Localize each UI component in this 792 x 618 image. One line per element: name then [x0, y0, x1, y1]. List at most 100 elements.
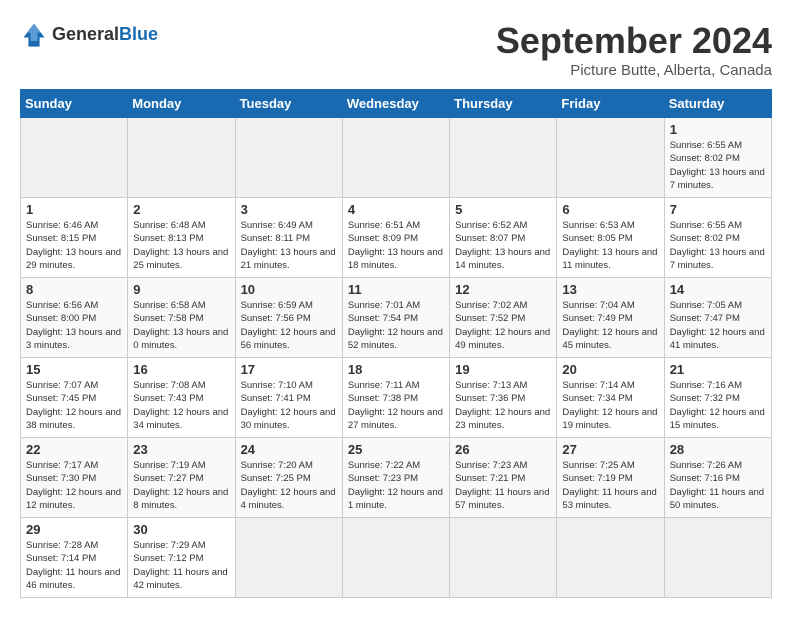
- calendar-cell: 8 Sunrise: 6:56 AM Sunset: 8:00 PM Daylig…: [21, 278, 128, 358]
- calendar-cell: [342, 518, 449, 598]
- calendar-cell: 4 Sunrise: 6:51 AM Sunset: 8:09 PM Daylig…: [342, 198, 449, 278]
- calendar-week-4: 15Sunrise: 7:07 AM Sunset: 7:45 PM Dayli…: [21, 358, 772, 438]
- calendar-title: September 2024: [496, 20, 772, 62]
- calendar-cell: 11 Sunrise: 7:01 AM Sunset: 7:54 PM Dayli…: [342, 278, 449, 358]
- day-info: Sunrise: 7:20 AM Sunset: 7:25 PM Dayligh…: [241, 459, 337, 512]
- day-number: 25: [348, 442, 444, 457]
- day-number: 30: [133, 522, 229, 537]
- header-row: SundayMondayTuesdayWednesdayThursdayFrid…: [21, 90, 772, 118]
- calendar-week-2: 1 Sunrise: 6:46 AM Sunset: 8:15 PM Daylig…: [21, 198, 772, 278]
- calendar-cell: 12 Sunrise: 7:02 AM Sunset: 7:52 PM Dayli…: [450, 278, 557, 358]
- day-info: Sunrise: 7:02 AM Sunset: 7:52 PM Dayligh…: [455, 299, 551, 352]
- day-header-sunday: Sunday: [21, 90, 128, 118]
- day-info: Sunrise: 7:14 AM Sunset: 7:34 PM Dayligh…: [562, 379, 658, 432]
- calendar-cell: 21 Sunrise: 7:16 AM Sunset: 7:32 PM Dayli…: [664, 358, 771, 438]
- day-info: Sunrise: 6:51 AM Sunset: 8:09 PM Dayligh…: [348, 219, 444, 272]
- day-info: Sunrise: 7:28 AM Sunset: 7:14 PM Dayligh…: [26, 539, 122, 592]
- calendar-cell: 26 Sunrise: 7:23 AM Sunset: 7:21 PM Dayli…: [450, 438, 557, 518]
- day-header-wednesday: Wednesday: [342, 90, 449, 118]
- day-number: 29: [26, 522, 122, 537]
- day-info: Sunrise: 6:59 AM Sunset: 7:56 PM Dayligh…: [241, 299, 337, 352]
- calendar-week-5: 22Sunrise: 7:17 AM Sunset: 7:30 PM Dayli…: [21, 438, 772, 518]
- calendar-cell: 30 Sunrise: 7:29 AM Sunset: 7:12 PM Dayli…: [128, 518, 235, 598]
- day-number: 20: [562, 362, 658, 377]
- calendar-cell: 16 Sunrise: 7:08 AM Sunset: 7:43 PM Dayli…: [128, 358, 235, 438]
- calendar-subtitle: Picture Butte, Alberta, Canada: [496, 62, 772, 79]
- day-number: 17: [241, 362, 337, 377]
- calendar-cell: 19 Sunrise: 7:13 AM Sunset: 7:36 PM Dayli…: [450, 358, 557, 438]
- day-number: 1: [26, 202, 122, 217]
- day-info: Sunrise: 6:56 AM Sunset: 8:00 PM Dayligh…: [26, 299, 122, 352]
- day-info: Sunrise: 6:46 AM Sunset: 8:15 PM Dayligh…: [26, 219, 122, 272]
- day-info: Sunrise: 7:08 AM Sunset: 7:43 PM Dayligh…: [133, 379, 229, 432]
- calendar-cell: 17 Sunrise: 7:10 AM Sunset: 7:41 PM Dayli…: [235, 358, 342, 438]
- calendar-cell: 23 Sunrise: 7:19 AM Sunset: 7:27 PM Dayli…: [128, 438, 235, 518]
- calendar-cell: 14Sunrise: 7:05 AM Sunset: 7:47 PM Dayli…: [664, 278, 771, 358]
- day-info: Sunrise: 7:07 AM Sunset: 7:45 PM Dayligh…: [26, 379, 122, 432]
- calendar-cell: 25Sunrise: 7:22 AM Sunset: 7:23 PM Dayli…: [342, 438, 449, 518]
- day-number: 24: [241, 442, 337, 457]
- calendar-cell: 10 Sunrise: 6:59 AM Sunset: 7:56 PM Dayli…: [235, 278, 342, 358]
- day-number: 19: [455, 362, 551, 377]
- day-number: 6: [562, 202, 658, 217]
- day-number: 13: [562, 282, 658, 297]
- logo-text: GeneralBlue: [52, 24, 158, 45]
- calendar-cell: 27Sunrise: 7:25 AM Sunset: 7:19 PM Dayli…: [557, 438, 664, 518]
- day-info: Sunrise: 7:29 AM Sunset: 7:12 PM Dayligh…: [133, 539, 229, 592]
- calendar-cell: 24 Sunrise: 7:20 AM Sunset: 7:25 PM Dayli…: [235, 438, 342, 518]
- logo-blue: Blue: [119, 24, 158, 44]
- calendar-cell: 20 Sunrise: 7:14 AM Sunset: 7:34 PM Dayli…: [557, 358, 664, 438]
- day-number: 5: [455, 202, 551, 217]
- day-number: 8: [26, 282, 122, 297]
- header: GeneralBlue September 2024 Picture Butte…: [20, 20, 772, 79]
- day-number: 23: [133, 442, 229, 457]
- day-info: Sunrise: 6:49 AM Sunset: 8:11 PM Dayligh…: [241, 219, 337, 272]
- title-area: September 2024 Picture Butte, Alberta, C…: [496, 20, 772, 79]
- day-info: Sunrise: 7:11 AM Sunset: 7:38 PM Dayligh…: [348, 379, 444, 432]
- day-number: 11: [348, 282, 444, 297]
- calendar-cell: [128, 118, 235, 198]
- day-info: Sunrise: 7:01 AM Sunset: 7:54 PM Dayligh…: [348, 299, 444, 352]
- day-number: 16: [133, 362, 229, 377]
- day-info: Sunrise: 7:10 AM Sunset: 7:41 PM Dayligh…: [241, 379, 337, 432]
- day-info: Sunrise: 7:26 AM Sunset: 7:16 PM Dayligh…: [670, 459, 766, 512]
- calendar-cell: 3 Sunrise: 6:49 AM Sunset: 8:11 PM Daylig…: [235, 198, 342, 278]
- calendar-week-1: 1 Sunrise: 6:55 AM Sunset: 8:02 PM Daylig…: [21, 118, 772, 198]
- logo: GeneralBlue: [20, 20, 158, 48]
- day-number: 1: [670, 122, 766, 137]
- day-info: Sunrise: 7:13 AM Sunset: 7:36 PM Dayligh…: [455, 379, 551, 432]
- day-number: 27: [562, 442, 658, 457]
- day-number: 9: [133, 282, 229, 297]
- day-info: Sunrise: 6:53 AM Sunset: 8:05 PM Dayligh…: [562, 219, 658, 272]
- day-info: Sunrise: 7:19 AM Sunset: 7:27 PM Dayligh…: [133, 459, 229, 512]
- day-info: Sunrise: 6:48 AM Sunset: 8:13 PM Dayligh…: [133, 219, 229, 272]
- day-info: Sunrise: 7:05 AM Sunset: 7:47 PM Dayligh…: [670, 299, 766, 352]
- day-header-tuesday: Tuesday: [235, 90, 342, 118]
- calendar-cell: 13Sunrise: 7:04 AM Sunset: 7:49 PM Dayli…: [557, 278, 664, 358]
- day-info: Sunrise: 6:55 AM Sunset: 8:02 PM Dayligh…: [670, 139, 766, 192]
- logo-icon: [20, 20, 48, 48]
- day-number: 18: [348, 362, 444, 377]
- day-header-monday: Monday: [128, 90, 235, 118]
- day-number: 10: [241, 282, 337, 297]
- day-header-thursday: Thursday: [450, 90, 557, 118]
- calendar-cell: 6 Sunrise: 6:53 AM Sunset: 8:05 PM Daylig…: [557, 198, 664, 278]
- calendar-cell: 9 Sunrise: 6:58 AM Sunset: 7:58 PM Daylig…: [128, 278, 235, 358]
- day-info: Sunrise: 7:23 AM Sunset: 7:21 PM Dayligh…: [455, 459, 551, 512]
- day-info: Sunrise: 7:17 AM Sunset: 7:30 PM Dayligh…: [26, 459, 122, 512]
- calendar-cell: 2Sunrise: 6:48 AM Sunset: 8:13 PM Daylig…: [128, 198, 235, 278]
- day-header-friday: Friday: [557, 90, 664, 118]
- calendar-cell: 1 Sunrise: 6:55 AM Sunset: 8:02 PM Daylig…: [664, 118, 771, 198]
- day-info: Sunrise: 7:16 AM Sunset: 7:32 PM Dayligh…: [670, 379, 766, 432]
- calendar-week-6: 29 Sunrise: 7:28 AM Sunset: 7:14 PM Dayli…: [21, 518, 772, 598]
- day-number: 12: [455, 282, 551, 297]
- day-number: 28: [670, 442, 766, 457]
- day-number: 3: [241, 202, 337, 217]
- calendar-cell: 22Sunrise: 7:17 AM Sunset: 7:30 PM Dayli…: [21, 438, 128, 518]
- day-number: 4: [348, 202, 444, 217]
- calendar-cell: 29 Sunrise: 7:28 AM Sunset: 7:14 PM Dayli…: [21, 518, 128, 598]
- day-info: Sunrise: 6:58 AM Sunset: 7:58 PM Dayligh…: [133, 299, 229, 352]
- day-number: 26: [455, 442, 551, 457]
- day-number: 21: [670, 362, 766, 377]
- calendar-cell: 7Sunrise: 6:55 AM Sunset: 8:02 PM Daylig…: [664, 198, 771, 278]
